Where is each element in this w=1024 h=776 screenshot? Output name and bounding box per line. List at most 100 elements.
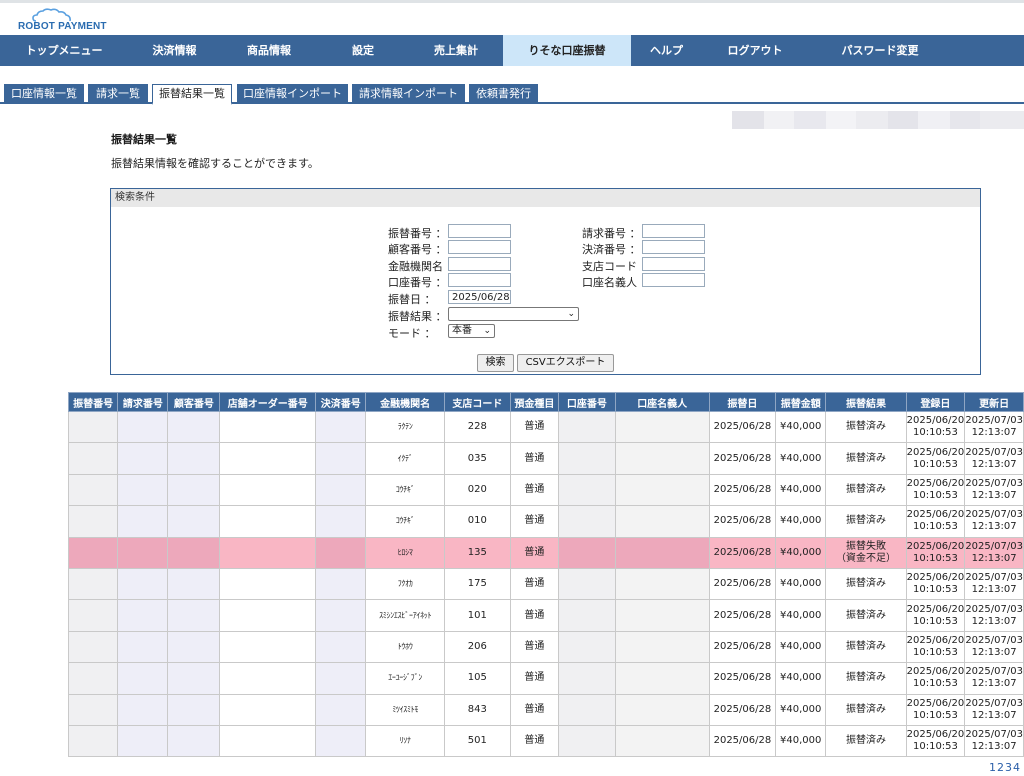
cell-redacted	[614, 505, 710, 538]
table-row[interactable]: ﾌｸｵｶ 175 普通 2025/06/28 ¥40,000 振替済み 2025/06/20…	[67, 567, 1024, 601]
nav-help[interactable]: ヘルプ	[631, 35, 702, 66]
nav-product-info[interactable]: 商品情報	[221, 35, 317, 66]
cell-redacted	[117, 599, 169, 632]
table-row[interactable]: ﾗｸﾃﾝ 228 普通 2025/06/28 ¥40,000 振替済み 2025/06/20…	[67, 410, 1024, 444]
cell-account-type: 普通	[509, 599, 560, 632]
cell-redacted	[117, 693, 169, 726]
cell-redacted	[614, 410, 710, 444]
table-row[interactable]: ﾘｿﾅ 501 普通 2025/06/28 ¥40,000 振替済み 2025/06/20 1…	[67, 724, 1024, 758]
cell-amount: ¥40,000	[775, 693, 827, 726]
nav-settings[interactable]: 設定	[317, 35, 409, 66]
seikyu-no-input[interactable]	[642, 224, 705, 238]
furikae-date-input[interactable]	[448, 290, 511, 304]
page-link[interactable]: 3	[1005, 761, 1012, 774]
table-row[interactable]: ｽﾐｼﾝｴｽﾋﾞｰｱｲﾈｯﾄ 101 普通 2025/06/28 ¥40,000 振替済み…	[67, 599, 1024, 632]
cell-result-line: 振替済み	[845, 609, 886, 621]
nav-password-change[interactable]: パスワード変更	[808, 35, 952, 66]
cell-registered-line: 2025/06/20	[906, 634, 965, 646]
table-row[interactable]: ﾄｳﾎｳ 206 普通 2025/06/28 ¥40,000 振替済み 2025/06/20…	[67, 630, 1024, 664]
cell-store-order-no	[219, 536, 317, 569]
nav-top-menu[interactable]: トップメニュー	[0, 35, 128, 66]
cell-updated-line: 2025/07/03	[965, 446, 1023, 458]
tab-invoice-import[interactable]: 請求情報インポート	[352, 84, 465, 103]
kokyaku-no-input[interactable]	[448, 240, 511, 254]
cell-branch-code: 020	[444, 473, 511, 507]
cell-transfer-date: 2025/06/28	[708, 630, 777, 664]
table-row[interactable]: ﾋﾛｼﾏ 135 普通 2025/06/28 ¥40,000 振替失敗 （資金不足） 2025…	[67, 536, 1024, 569]
nav-logout[interactable]: ログアウト	[702, 35, 808, 66]
table-row[interactable]: ﾐﾂｲｽﾐﾄﾓ 843 普通 2025/06/28 ¥40,000 振替済み 2025/06…	[67, 693, 1024, 726]
table-row[interactable]: ｴｰﾕｰｼﾞﾌﾞﾝ 105 普通 2025/06/28 ¥40,000 振替済み 2025/…	[67, 662, 1024, 695]
cell-redacted	[117, 473, 169, 507]
cell-result-line: 振替済み	[845, 483, 886, 495]
cell-transfer-date: 2025/06/28	[708, 505, 777, 538]
column-header: 口座名義人	[614, 392, 710, 412]
cell-redacted	[315, 473, 367, 507]
cell-amount: ¥40,000	[775, 473, 827, 507]
cell-redacted	[117, 536, 169, 569]
cell-result-line: 振替済み	[845, 703, 886, 715]
table-row[interactable]: ｺｳﾁｷﾞ 010 普通 2025/06/28 ¥40,000 振替済み 2025/06/2…	[67, 505, 1024, 538]
tab-transfer-results[interactable]: 振替結果一覧	[152, 84, 232, 105]
cell-updated-line: 12:13:07	[971, 646, 1017, 658]
cell-transfer-date: 2025/06/28	[708, 442, 777, 475]
robot-payment-logo[interactable]: ROBOT PAYMENT	[18, 8, 118, 32]
cell-transfer-date: 2025/06/28	[708, 724, 777, 758]
cell-updated-line: 12:13:07	[971, 458, 1017, 470]
table-row[interactable]: ｲｸﾃﾞ 035 普通 2025/06/28 ¥40,000 振替済み 2025/06/20…	[67, 442, 1024, 475]
csv-export-button[interactable]: CSVエクスポート	[517, 354, 614, 372]
cell-amount: ¥40,000	[775, 630, 827, 664]
page-link[interactable]: 1	[989, 761, 996, 774]
cell-transfer-date: 2025/06/28	[708, 410, 777, 444]
nav-resona-transfer[interactable]: りそな口座振替	[503, 35, 631, 66]
tab-invoice-list[interactable]: 請求一覧	[88, 84, 148, 103]
kinyu-name-input[interactable]	[448, 257, 511, 271]
koza-meigi-input[interactable]	[642, 273, 705, 287]
cell-branch-code: 206	[444, 630, 511, 664]
cell-bank-name: ﾄｳﾎｳ	[365, 630, 445, 664]
cell-updated: 2025/07/03 12:13:07	[964, 473, 1024, 507]
cell-registered-line: 10:10:53	[912, 741, 958, 753]
cell-result-line: 振替済み	[845, 452, 886, 464]
cell-redacted	[117, 630, 169, 664]
cell-redacted	[558, 536, 616, 569]
cell-redacted	[614, 536, 710, 569]
cell-registered-line: 2025/06/20	[906, 697, 965, 709]
cell-bank-name: ｴｰﾕｰｼﾞﾌﾞﾝ	[365, 662, 445, 695]
cell-result-line: 振替済み	[845, 515, 886, 527]
cell-account-type: 普通	[509, 505, 560, 538]
cell-result-line: 振替済み	[845, 672, 886, 684]
kessai-no-input[interactable]	[642, 240, 705, 254]
cell-result-line: （資金不足）	[835, 552, 896, 564]
nav-sales-summary[interactable]: 売上集計	[409, 35, 503, 66]
nav-payment-info[interactable]: 決済情報	[128, 35, 221, 66]
furikae-result-select[interactable]: ⌄	[448, 307, 579, 321]
mode-select[interactable]: 本番 ⌄	[448, 324, 495, 338]
cell-registered-line: 10:10:53	[912, 552, 958, 564]
table-row[interactable]: ｺｳﾁｷﾞ 020 普通 2025/06/28 ¥40,000 振替済み 2025/06/2…	[67, 473, 1024, 507]
cell-redacted	[167, 630, 221, 664]
cell-registered-line: 2025/06/20	[906, 572, 965, 584]
cell-transfer-date: 2025/06/28	[708, 567, 777, 601]
cell-registered-line: 2025/06/20	[906, 540, 965, 552]
column-header: 口座番号	[558, 392, 616, 412]
chevron-down-icon: ⌄	[567, 309, 575, 319]
cell-bank-name: ﾐﾂｲｽﾐﾄﾓ	[365, 693, 445, 726]
cell-registered-line: 10:10:53	[912, 709, 958, 721]
shiten-code-input[interactable]	[642, 257, 705, 271]
furikae-no-input[interactable]	[448, 224, 511, 238]
cell-result-line: 振替失敗	[845, 540, 886, 552]
page-link[interactable]: 2	[997, 761, 1004, 774]
koza-no-input[interactable]	[448, 273, 511, 287]
tab-account-import[interactable]: 口座情報インポート	[237, 84, 348, 103]
cell-account-type: 普通	[509, 693, 560, 726]
page-link[interactable]: 4	[1013, 761, 1020, 774]
search-button[interactable]: 検索	[477, 354, 514, 372]
cell-redacted	[614, 442, 710, 475]
tab-request-form[interactable]: 依頼書発行	[469, 84, 538, 103]
tab-account-list[interactable]: 口座情報一覧	[4, 84, 84, 103]
cell-account-type: 普通	[509, 630, 560, 664]
koza-no-label: 口座番号 ：	[388, 276, 447, 289]
column-header: 振替金額	[775, 392, 827, 412]
cell-redacted	[558, 599, 616, 632]
